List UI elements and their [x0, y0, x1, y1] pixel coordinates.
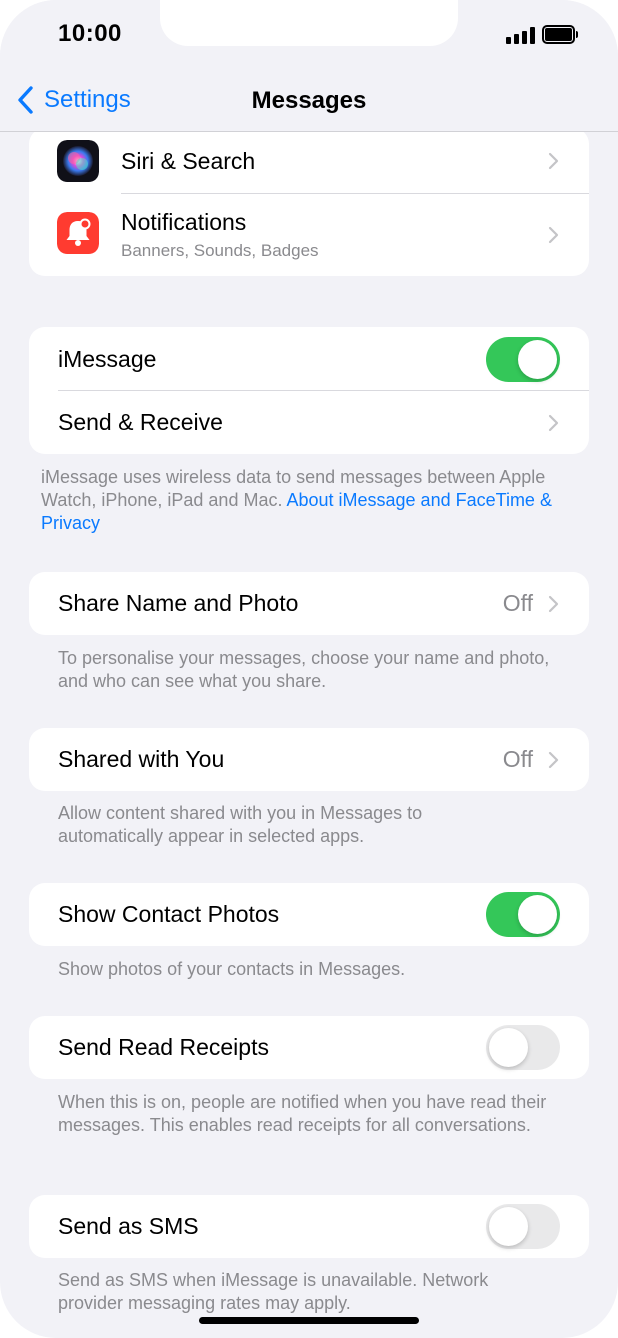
- settings-list[interactable]: Siri & Search Notifications Banners, Sou…: [0, 132, 618, 1338]
- share-name-footnote: To personalise your messages, choose you…: [58, 648, 550, 691]
- chevron-right-icon: [548, 152, 559, 170]
- shared-with-you-label: Shared with You: [58, 746, 225, 772]
- battery-icon: [542, 25, 578, 44]
- chevron-right-icon: [548, 595, 559, 612]
- chevron-right-icon: [548, 751, 559, 768]
- shared-with-you-footnote: Allow content shared with you in Message…: [58, 803, 423, 846]
- shared-with-you-value: Off: [502, 746, 533, 772]
- share-name-value: Off: [502, 590, 533, 616]
- home-indicator[interactable]: [199, 1317, 419, 1324]
- send-sms-row: Send as SMS: [29, 1195, 589, 1258]
- read-receipts-footnote: When this is on, people are notified whe…: [58, 1092, 547, 1135]
- share-name-label: Share Name and Photo: [58, 590, 299, 616]
- imessage-footnote: iMessage uses wireless data to send mess…: [41, 466, 561, 535]
- notch: [160, 0, 458, 46]
- read-receipts-label: Send Read Receipts: [58, 1034, 269, 1060]
- send-sms-label: Send as SMS: [58, 1213, 199, 1239]
- siri-search-label: Siri & Search: [121, 147, 256, 174]
- notifications-label: Notifications: [121, 209, 247, 235]
- send-receive-label: Send & Receive: [58, 409, 223, 435]
- contact-photos-row: Show Contact Photos: [29, 883, 589, 946]
- notifications-row[interactable]: Notifications Banners, Sounds, Badges: [29, 194, 589, 276]
- chevron-right-icon: [548, 414, 559, 431]
- imessage-toggle[interactable]: [486, 336, 560, 382]
- imessage-row: iMessage: [29, 327, 589, 391]
- imessage-label: iMessage: [58, 345, 157, 372]
- bell-icon: [57, 212, 99, 254]
- send-sms-toggle[interactable]: [486, 1204, 560, 1249]
- notifications-text: Notifications Banners, Sounds, Badges: [121, 209, 319, 261]
- group-share-name: Share Name and Photo Off: [29, 572, 589, 635]
- send-receive-row[interactable]: Send & Receive: [29, 391, 589, 454]
- navigation-bar: Settings Messages: [0, 70, 618, 132]
- group-read-receipts: Send Read Receipts: [29, 1016, 589, 1079]
- group-imessage: iMessage Send & Receive: [29, 327, 589, 454]
- shared-with-you-row[interactable]: Shared with You Off: [29, 728, 589, 791]
- notifications-subtitle: Banners, Sounds, Badges: [121, 241, 319, 260]
- chevron-right-icon: [548, 226, 559, 244]
- read-receipts-toggle[interactable]: [486, 1025, 560, 1070]
- phone-screen: 10:00 Settings Messages Siri & Search No…: [0, 0, 618, 1338]
- group-shared-with-you: Shared with You Off: [29, 728, 589, 791]
- group-send-sms: Send as SMS: [29, 1195, 589, 1258]
- siri-icon: [57, 140, 99, 182]
- status-time: 10:00: [58, 20, 122, 47]
- share-name-row[interactable]: Share Name and Photo Off: [29, 572, 589, 635]
- contact-photos-footnote: Show photos of your contacts in Messages…: [58, 959, 406, 979]
- siri-search-row[interactable]: Siri & Search: [29, 132, 589, 194]
- group-siri-notifications: Siri & Search Notifications Banners, Sou…: [29, 132, 589, 276]
- send-sms-footnote: Send as SMS when iMessage is unavailable…: [58, 1270, 489, 1313]
- page-title: Messages: [251, 87, 367, 114]
- read-receipts-row: Send Read Receipts: [29, 1016, 589, 1079]
- signal-icon: [506, 27, 536, 44]
- group-contact-photos: Show Contact Photos: [29, 883, 589, 946]
- contact-photos-label: Show Contact Photos: [58, 901, 280, 927]
- contact-photos-toggle[interactable]: [486, 892, 560, 937]
- status-bar: 10:00: [0, 0, 618, 70]
